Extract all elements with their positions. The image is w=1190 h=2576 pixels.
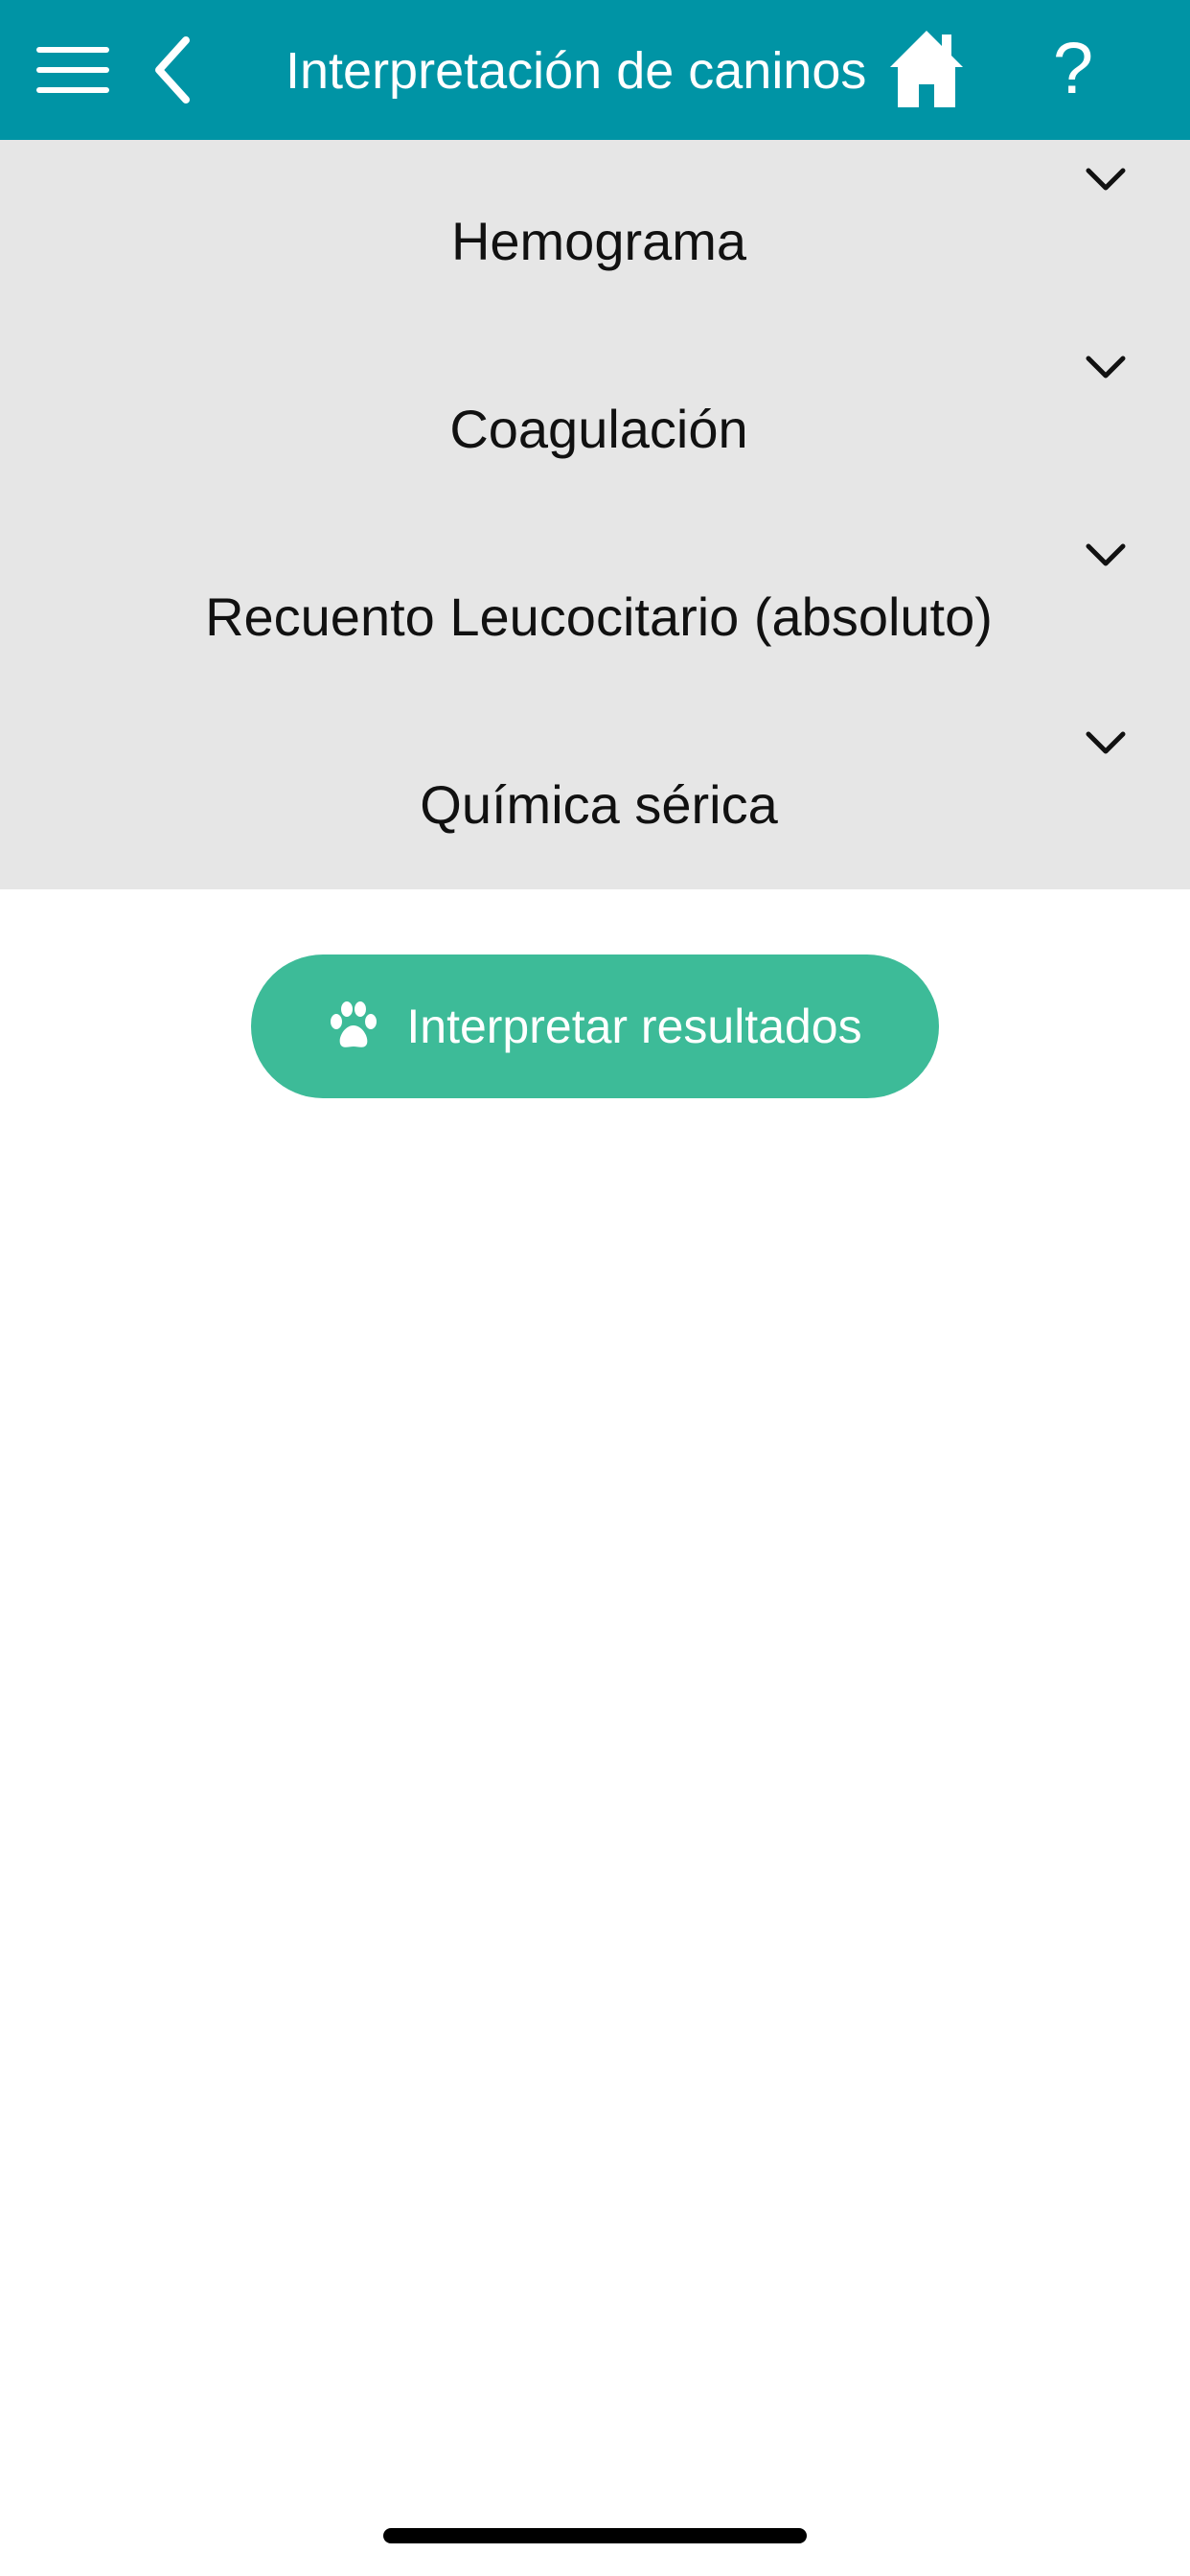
section-recuento-leucocitario[interactable]: Recuento Leucocitario (absoluto) — [0, 516, 1190, 703]
section-coagulacion[interactable]: Coagulación — [0, 328, 1190, 516]
section-label: Química sérica — [420, 774, 778, 835]
home-indicator[interactable] — [383, 2528, 807, 2543]
help-button[interactable]: ? — [1035, 19, 1111, 119]
section-label: Hemograma — [450, 211, 747, 271]
help-label: ? — [1052, 28, 1094, 109]
app-header: Interpretación de caninos ? — [0, 0, 1190, 140]
hamburger-menu-icon — [36, 47, 109, 93]
section-quimica-serica[interactable]: Química sérica — [0, 703, 1190, 891]
paw-icon — [331, 1001, 378, 1047]
section-label: Recuento Leucocitario (absoluto) — [205, 586, 993, 647]
back-button[interactable] — [144, 27, 201, 113]
chevron-down-icon — [1086, 356, 1126, 379]
section-list: Hemograma Coagulación Recuento Leucocita… — [0, 140, 1190, 889]
interpret-results-label: Interpretar resultados — [406, 1000, 862, 1053]
chevron-down-icon — [1086, 543, 1126, 566]
interpret-results-button[interactable]: Interpretar resultados — [251, 954, 939, 1098]
chevron-down-icon — [1086, 168, 1126, 191]
home-icon — [890, 31, 963, 107]
section-label: Coagulación — [449, 399, 748, 459]
section-hemograma[interactable]: Hemograma — [0, 140, 1190, 328]
chevron-down-icon — [1086, 731, 1126, 754]
page-title: Interpretación de caninos — [286, 42, 867, 100]
menu-button[interactable] — [34, 27, 111, 113]
home-button[interactable] — [883, 21, 970, 117]
chevron-left-icon — [155, 36, 190, 104]
